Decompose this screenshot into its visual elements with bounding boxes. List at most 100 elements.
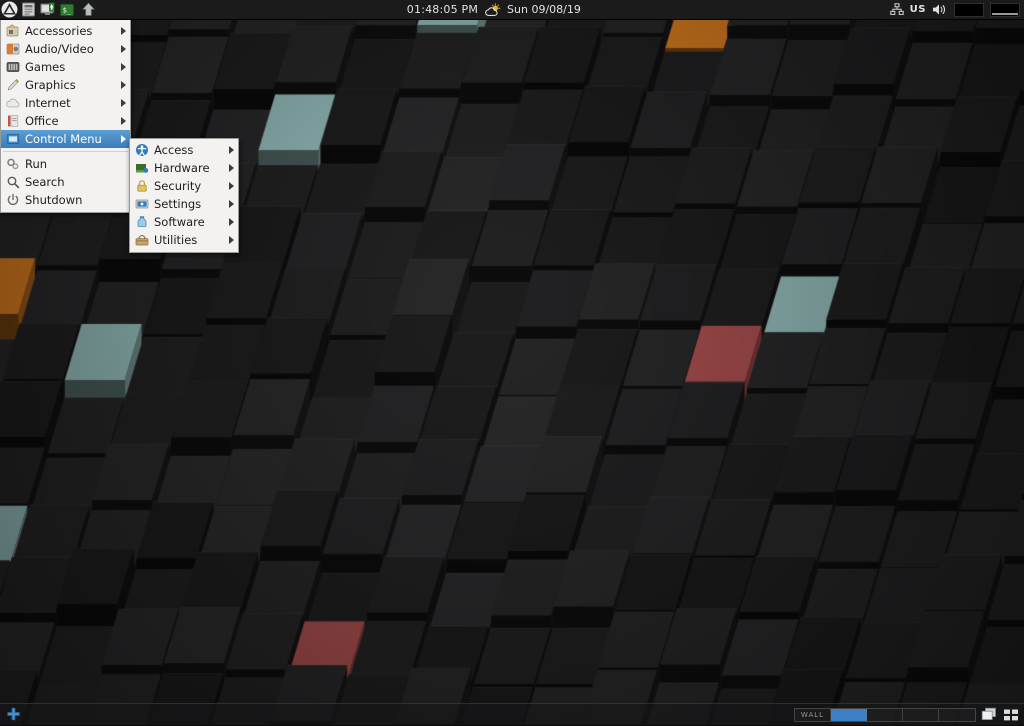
security-lock-icon [134,178,150,194]
workspace-1[interactable]: WALL [795,709,831,721]
workspace-4[interactable] [903,709,939,721]
clock-date: Sun 09/08/19 [507,3,581,16]
menu-item-control-menu[interactable]: Control Menu [1,130,130,148]
menu-action-label: Run [25,157,127,171]
chevron-right-icon [228,164,235,173]
workspace-grid-icon[interactable] [1002,706,1020,724]
workspace-2[interactable] [831,709,867,721]
submenu-item-label: Software [154,215,225,229]
chevron-right-icon [120,81,127,90]
window-list-icon[interactable] [980,706,998,724]
menu-item-office[interactable]: Office [1,112,130,130]
menu-item-accessories[interactable]: Accessories [1,22,130,40]
menu-item-label: Control Menu [25,132,117,146]
run-icon [5,156,21,172]
submenu-item-label: Hardware [154,161,225,175]
submenu-item-utilities[interactable]: Utilities [130,231,238,249]
menu-item-audio-video[interactable]: Audio/Video [1,40,130,58]
chevron-right-icon [120,117,127,126]
menu-action-search[interactable]: Search [1,173,130,191]
top-panel-clock[interactable]: 01:48:05 PM Sun 09/08/19 [98,0,890,20]
chevron-right-icon [228,182,235,191]
menu-item-label: Accessories [25,24,117,38]
accessibility-icon [134,142,150,158]
submenu-item-label: Security [154,179,225,193]
workspace-3[interactable] [867,709,903,721]
workspace-label [831,709,866,721]
submenu-item-access[interactable]: Access [130,141,238,159]
menu-launcher-icon[interactable] [0,0,19,19]
workspace-5[interactable] [939,709,975,721]
top-panel-tray: US [890,0,1024,20]
graphics-icon [5,77,21,93]
memory-monitor-bar [992,13,1018,15]
bottom-panel-left [0,705,23,725]
menu-separator [3,151,128,152]
menu-item-label: Audio/Video [25,42,117,56]
internet-icon [5,95,21,111]
submenu-item-label: Settings [154,197,225,211]
hardware-icon [134,160,150,176]
submenu-item-settings[interactable]: Settings [130,195,238,213]
submenu-item-label: Utilities [154,233,225,247]
control-menu-icon [5,131,21,147]
utilities-icon [134,232,150,248]
menu-item-label: Office [25,114,117,128]
chevron-right-icon [120,63,127,72]
submenu-item-software[interactable]: Software [130,213,238,231]
sun-behind-cloud-icon [484,3,501,17]
workspace-label [867,709,902,721]
chevron-right-icon [120,135,127,144]
games-icon [5,59,21,75]
menu-action-shutdown[interactable]: Shutdown [1,191,130,209]
speaker-icon[interactable] [932,3,948,16]
memory-monitor[interactable] [990,3,1020,17]
chevron-right-icon [228,200,235,209]
submenu-item-hardware[interactable]: Hardware [130,159,238,177]
control-menu-submenu[interactable]: Access Hardware Security [129,138,239,253]
workspace-label [939,709,975,721]
top-panel-launchers: $_ [0,0,98,20]
workspace-label [903,709,938,721]
menu-action-run[interactable]: Run [1,155,130,173]
menu-item-games[interactable]: Games [1,58,130,76]
cpu-monitor[interactable] [954,3,984,17]
top-panel: $_ 01:48:05 PM Sun 09/08/19 [0,0,1024,20]
chevron-right-icon [228,146,235,155]
menu-action-label: Shutdown [25,193,127,207]
keyboard-layout-indicator[interactable]: US [910,4,926,15]
applications-menu[interactable]: Accessories Audio/Video Games [0,20,131,213]
software-icon [134,214,150,230]
updates-icon[interactable] [79,0,98,19]
menu-item-label: Internet [25,96,117,110]
display-settings-icon[interactable] [38,0,57,19]
taskbar-window-list[interactable] [23,704,794,726]
desktop-wallpaper [0,0,1024,725]
chevron-right-icon [120,27,127,36]
settings-icon [134,196,150,212]
menu-item-graphics[interactable]: Graphics [1,76,130,94]
menu-item-label: Games [25,60,117,74]
menu-action-label: Search [25,175,127,189]
bottom-panel-right: WALL [794,706,1024,724]
network-icon[interactable] [890,3,904,16]
clock-time: 01:48:05 PM [407,3,478,16]
terminal-icon[interactable]: $_ [57,0,76,19]
accessories-icon [5,23,21,39]
bottom-panel: WALL [0,703,1024,725]
workspace-pager[interactable]: WALL [794,708,976,722]
add-launcher-icon[interactable] [3,705,23,725]
submenu-item-security[interactable]: Security [130,177,238,195]
desktop[interactable] [0,0,1024,725]
chevron-right-icon [228,218,235,227]
search-icon [5,174,21,190]
audio-video-icon [5,41,21,57]
submenu-item-label: Access [154,143,225,157]
office-icon [5,113,21,129]
menu-item-internet[interactable]: Internet [1,94,130,112]
chevron-right-icon [120,99,127,108]
chevron-right-icon [120,45,127,54]
file-manager-icon[interactable] [19,0,38,19]
svg-text:$_: $_ [62,6,71,14]
chevron-right-icon [228,236,235,245]
